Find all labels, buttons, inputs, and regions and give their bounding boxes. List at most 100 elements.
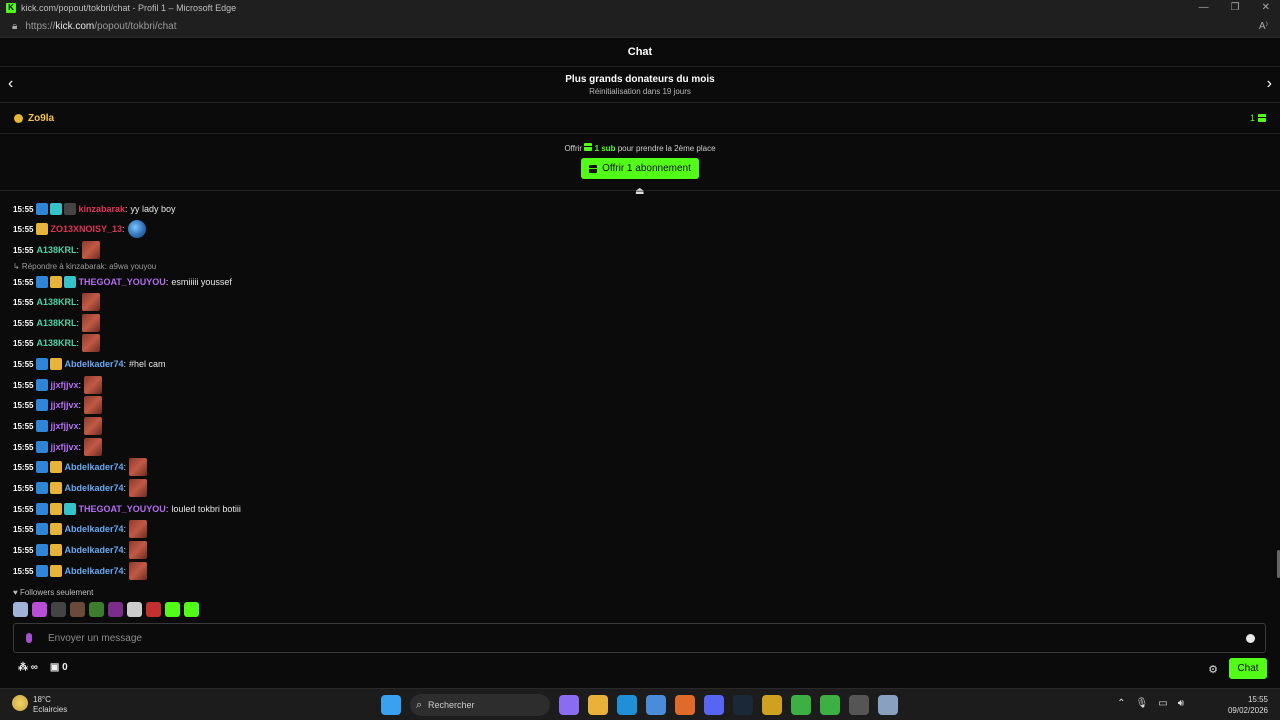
emote-icon[interactable] [89,602,104,617]
badge-icon[interactable] [36,523,49,535]
emote-icon[interactable] [84,417,102,435]
microphone-icon[interactable]: 🎙︎ [1136,698,1149,709]
emoji-icon[interactable] [1246,633,1255,643]
restore-icon[interactable]: ❐ [1231,0,1240,16]
message-username[interactable]: Abdelkader74 [64,462,123,472]
badge-icon[interactable] [36,461,49,473]
message-username[interactable]: A138KRL [36,297,76,307]
badge-icon[interactable] [50,544,63,556]
emote-icon[interactable] [82,314,100,332]
game-icon[interactable] [762,695,782,715]
emote-icon[interactable] [184,602,199,617]
chevron-left-icon[interactable]: ‹ [8,75,13,93]
emote-icon[interactable] [82,293,100,311]
badge-icon[interactable] [50,358,63,370]
badge-icon[interactable] [50,276,63,288]
network-icon[interactable]: ▭ [1158,698,1167,709]
message-username[interactable]: THEGOAT_YOUYOU [78,277,165,287]
badge-icon[interactable] [64,503,77,515]
message-username[interactable]: Abdelkader74 [64,566,123,576]
chevron-right-icon[interactable]: › [1267,75,1272,93]
message-username[interactable]: THEGOAT_YOUYOU [78,504,165,514]
address-bar[interactable]: 🔒︎ https://kick.com/popout/tokbri/chat A… [0,16,1280,38]
lock-icon[interactable]: 🔒︎ [12,21,17,32]
emote-icon[interactable] [146,602,161,617]
message-username[interactable]: jjxfjjvx [50,442,78,452]
steam-icon[interactable] [733,695,753,715]
collapse-icon[interactable]: ⏏ [635,186,644,197]
message-username[interactable]: jjxfjjvx [50,380,78,390]
discord-icon[interactable] [704,695,724,715]
message-username[interactable]: Abdelkader74 [64,524,123,534]
emote-icon[interactable] [70,602,85,617]
badge-icon[interactable] [36,441,49,453]
settings-icon[interactable] [878,695,898,715]
badge-icon[interactable] [36,503,49,515]
message-username[interactable]: ZO13XNOISY_13 [50,224,122,234]
emote-icon[interactable] [84,438,102,456]
message-input[interactable]: Envoyer un message [13,623,1266,653]
emote-icon[interactable] [129,541,148,559]
app-icon[interactable] [675,695,695,715]
message-username[interactable]: Abdelkader74 [64,359,123,369]
badge-icon[interactable] [36,544,49,556]
emote-icon[interactable] [129,520,148,538]
message-username[interactable]: kinzabarak [78,204,125,214]
badge-icon[interactable] [50,482,63,494]
message-username[interactable]: A138KRL [36,245,76,255]
gear-icon[interactable]: ⚙ [1208,663,1218,676]
store-icon[interactable] [646,695,666,715]
clock[interactable]: 15:55 09/02/2026 [1228,694,1268,716]
badge-icon[interactable] [50,523,63,535]
emote-icon[interactable] [129,458,148,476]
badge-icon[interactable] [50,203,63,215]
badge-icon[interactable] [50,565,63,577]
badge-icon[interactable] [36,358,49,370]
emote-icon[interactable] [127,220,146,238]
badge-icon[interactable] [36,379,49,391]
badge-icon[interactable] [36,223,49,235]
message-username[interactable]: jjxfjjvx [50,421,78,431]
edge-icon[interactable] [617,695,637,715]
emote-icon[interactable] [84,396,102,414]
windows-start-icon[interactable] [381,695,401,715]
badge-icon[interactable] [36,276,49,288]
message-username[interactable]: Abdelkader74 [64,483,123,493]
badge-icon[interactable] [50,503,63,515]
chrome-icon[interactable] [791,695,811,715]
message-username[interactable]: Abdelkader74 [64,545,123,555]
emote-icon[interactable] [32,602,47,617]
message-username[interactable]: A138KRL [36,338,76,348]
emote-icon[interactable] [82,334,100,352]
badge-icon[interactable] [64,276,77,288]
chrome-profile-icon[interactable] [820,695,840,715]
top-donor-name[interactable]: Zo9la [28,113,54,124]
emote-icon[interactable] [129,479,148,497]
emote-icon[interactable] [127,602,142,617]
chat-send-button[interactable]: Chat [1229,658,1267,679]
emote-icon[interactable] [129,562,148,580]
file-explorer-icon[interactable] [588,695,608,715]
emote-icon[interactable] [13,602,28,617]
badge-icon[interactable] [64,203,77,215]
reply-notice[interactable]: ↳ Répondre à kinzabarak: a9wa youyou [13,262,156,271]
message-username[interactable]: jjxfjjvx [50,400,78,410]
minimize-icon[interactable]: — [1199,0,1209,16]
emote-icon[interactable] [165,602,180,617]
message-username[interactable]: A138KRL [36,318,76,328]
badge-icon[interactable] [36,565,49,577]
gift-sub-button[interactable]: Offrir 1 abonnement [581,158,699,179]
badge-icon[interactable] [36,203,49,215]
infinity-points[interactable]: ⁂ ∞ [18,662,38,673]
chevron-up-icon[interactable]: ⌃ [1117,698,1125,709]
badge-icon[interactable] [50,461,63,473]
badge-icon[interactable] [36,420,49,432]
badge-icon[interactable] [36,399,49,411]
emote-icon[interactable] [108,602,123,617]
badge-icon[interactable] [36,482,49,494]
channel-points[interactable]: ▣ 0 [50,662,68,673]
weather-widget[interactable]: 18°C Eclaircies [12,695,67,715]
volume-icon[interactable]: 🔊︎ [1178,698,1184,709]
copilot-icon[interactable] [559,695,579,715]
taskbar-search[interactable]: Rechercher [410,694,550,716]
